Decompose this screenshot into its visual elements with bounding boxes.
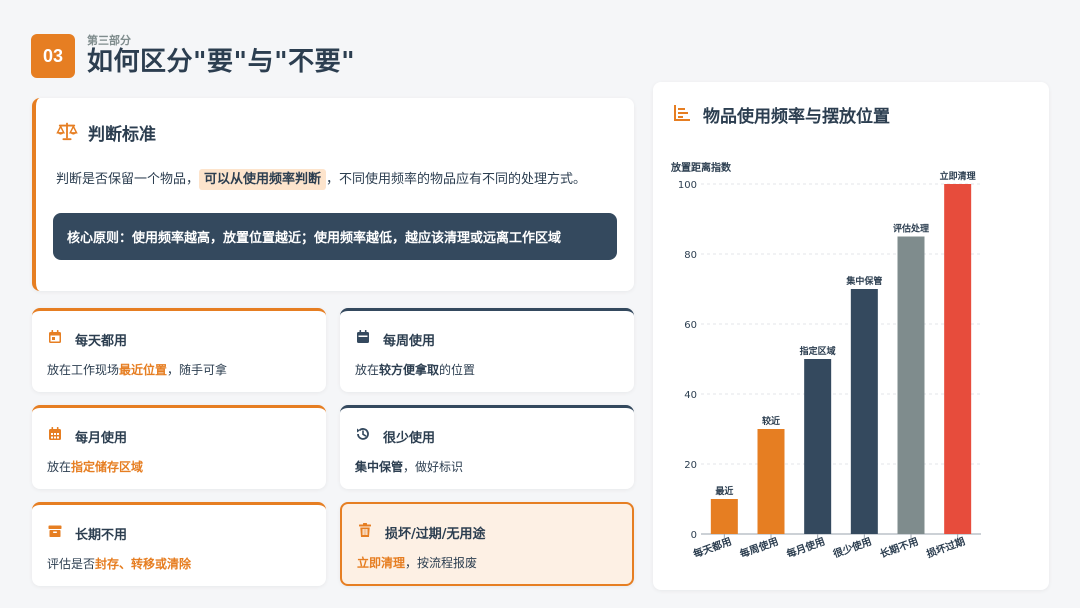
y-tick-label: 60 [684,320,697,331]
page-header: 03 第三部分 如何区分"要"与"不要" [31,34,355,78]
bar [804,359,832,534]
x-tick-label: 长期不用 [878,535,920,561]
freq-desc: 放在较方便拿取的位置 [355,361,475,378]
freq-card-header: 长期不用 [47,523,127,543]
bar [944,184,972,534]
freq-card-rarely: 很少使用 集中保管，做好标识 [340,405,634,489]
criteria-title: 判断标准 [88,125,156,145]
freq-desc-emphasis: 指定储存区域 [71,460,144,474]
bar-data-label: 评估处理 [893,223,929,235]
x-tick-label: 每月使用 [785,535,827,561]
freq-card-header: 每天都用 [47,329,127,349]
y-tick-label: 40 [684,390,697,401]
bar-data-label: 指定区域 [800,345,836,357]
calendar-today-icon [47,329,63,349]
bar-data-label: 立即清理 [940,170,976,182]
core-principle-banner: 核心原则：使用频率越高，放置位置越近；使用频率越低，越应该清理或远离工作区域 [53,213,617,260]
y-tick-label: 100 [678,180,697,191]
scale-icon [56,121,78,145]
criteria-card: 判断标准 判断是否保留一个物品， 可以从使用频率判断 ，不同使用频率的物品应有不同的… [32,98,634,291]
calendar-week-icon [355,329,371,349]
bar [850,289,878,534]
freq-desc-after: ，按流程报废 [405,556,478,570]
freq-desc-after: ，随手可拿 [167,363,228,377]
freq-card-header: 每周使用 [355,329,435,349]
bar [757,429,785,534]
freq-desc-emphasis: 封存、转移或清除 [95,557,192,571]
freq-label: 每月使用 [75,430,128,446]
freq-desc: 放在指定储存区域 [47,458,143,475]
section-number-badge: 03 [31,34,75,78]
bar [710,499,738,534]
freq-label: 长期不用 [75,527,128,543]
freq-desc-after: ，做好标识 [403,460,464,474]
freq-desc-before: 放在 [47,460,72,474]
x-tick-label: 很少使用 [830,535,873,561]
freq-card-long-unused: 长期不用 评估是否封存、转移或清除 [32,502,326,586]
list-chart-icon [673,104,691,126]
chart-header: 物品使用频率与摆放位置 [673,102,890,127]
freq-desc-emphasis: 较方便拿取 [379,363,440,377]
freq-card-header: 每月使用 [47,426,127,446]
y-tick-label: 80 [684,250,697,261]
bar-data-label: 最近 [715,485,733,497]
page-title: 如何区分"要"与"不要" [87,47,356,77]
y-tick-label: 0 [691,530,697,541]
freq-card-weekly: 每周使用 放在较方便拿取的位置 [340,308,634,392]
freq-desc-emphasis: 立即清理 [357,556,406,570]
freq-desc-emphasis: 集中保管 [355,460,404,474]
history-icon [355,426,371,446]
criteria-highlight: 可以从使用频率判断 [199,169,327,190]
section-label: 第三部分 [87,34,131,47]
freq-desc-before: 放在 [355,363,380,377]
criteria-text-after: ，不同使用频率的物品应有不同的处理方式。 [326,172,587,187]
freq-label: 每天都用 [75,333,128,349]
freq-desc-after: 的位置 [439,363,476,377]
freq-card-monthly: 每月使用 放在指定储存区域 [32,405,326,489]
bar [897,236,925,534]
y-tick-label: 20 [684,460,697,471]
chart-card: 放置距离指数 0 20 40 60 80 100 最近每天都用 较近每周使用 指定区域每月使用 集中… [653,82,1049,590]
freq-desc: 立即清理，按流程报废 [357,554,477,571]
bar-data-label: 较近 [762,415,780,427]
chart-title: 物品使用频率与摆放位置 [703,107,890,127]
freq-desc-before: 评估是否 [47,557,96,571]
freq-label: 每周使用 [383,333,436,349]
criteria-description: 判断是否保留一个物品， 可以从使用频率判断 ，不同使用频率的物品应有不同的处理方式。 [56,168,587,190]
freq-desc-emphasis: 最近位置 [119,363,168,377]
trash-icon [357,522,373,542]
x-tick-label: 每周使用 [738,535,780,561]
archive-box-icon [47,523,63,543]
y-axis-label: 放置距离指数 [670,161,732,174]
freq-label: 损坏/过期/无用途 [385,526,486,542]
freq-card-header: 损坏/过期/无用途 [357,522,486,542]
x-tick-label: 每天都用 [691,535,733,561]
freq-desc-before: 放在工作现场 [47,363,120,377]
freq-desc: 放在工作现场最近位置，随手可拿 [47,361,227,378]
calendar-month-icon [47,426,63,446]
bar-data-label: 集中保管 [845,275,882,287]
x-tick-label: 损坏过期 [925,535,967,561]
title-group: 第三部分 如何区分"要"与"不要" [87,34,356,78]
freq-card-daily: 每天都用 放在工作现场最近位置，随手可拿 [32,308,326,392]
freq-card-header: 很少使用 [355,426,435,446]
freq-desc: 集中保管，做好标识 [355,458,463,475]
freq-label: 很少使用 [383,430,436,446]
bar-chart: 放置距离指数 0 20 40 60 80 100 最近每天都用 较近每周使用 指定区域每月使用 集中… [670,161,981,561]
criteria-header: 判断标准 [56,120,156,145]
criteria-text-before: 判断是否保留一个物品， [56,172,200,187]
freq-desc: 评估是否封存、转移或清除 [47,555,191,572]
freq-card-broken: 损坏/过期/无用途 立即清理，按流程报废 [340,502,634,586]
